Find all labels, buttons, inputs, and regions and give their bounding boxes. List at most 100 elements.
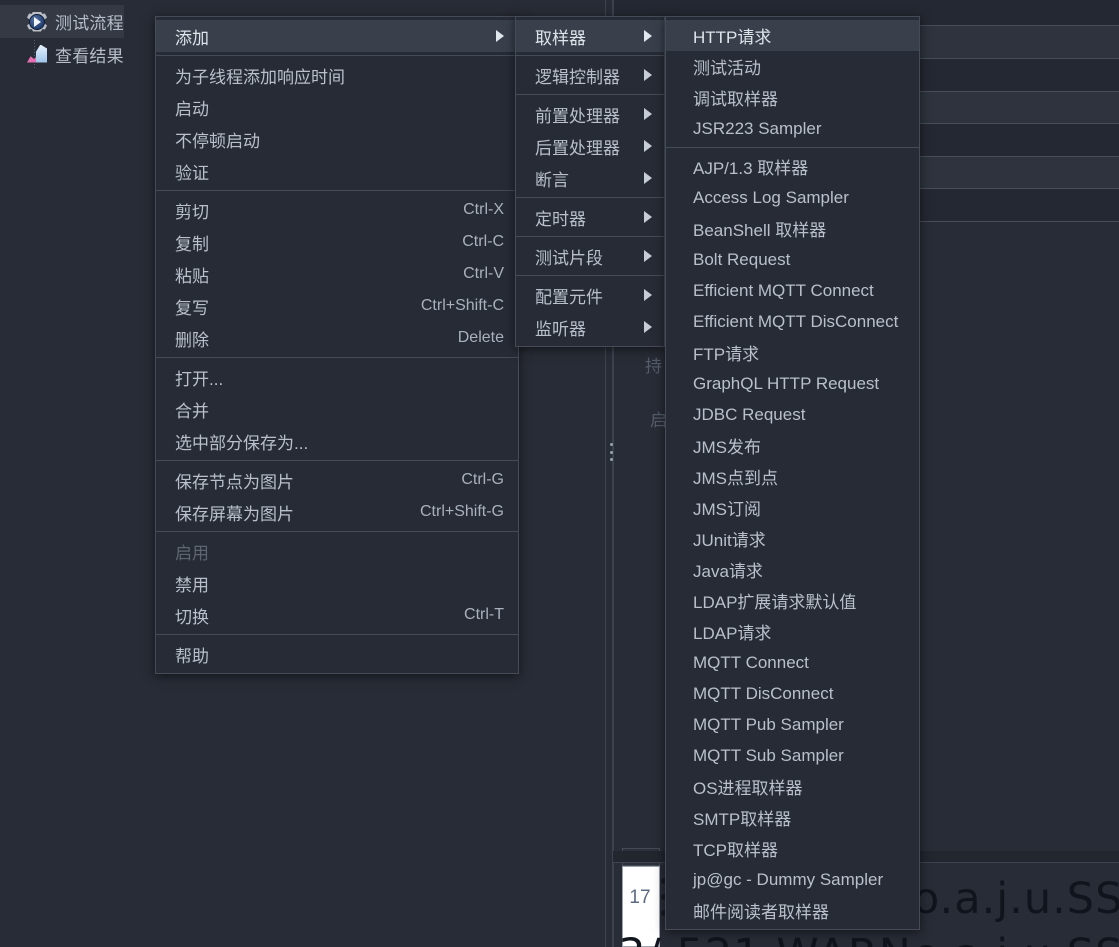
- sampler-menu-item-16[interactable]: JUnit请求: [666, 523, 919, 554]
- sampler-menu-item-25[interactable]: SMTP取样器: [666, 802, 919, 833]
- menu-item-label: 监听器: [535, 319, 586, 339]
- sampler-menu-item-5[interactable]: Access Log Sampler: [666, 182, 919, 213]
- sampler-menu-item-13[interactable]: JMS发布: [666, 430, 919, 461]
- context-menu-item-13[interactable]: 保存节点为图片 Ctrl-G: [156, 464, 518, 496]
- context-menu-item-7[interactable]: 粘贴 Ctrl-V: [156, 258, 518, 290]
- sampler-menu-item-0[interactable]: HTTP请求: [666, 20, 919, 51]
- menu-item-label: JMS点到点: [693, 469, 778, 488]
- sampler-menu-item-6[interactable]: BeanShell 取样器: [666, 213, 919, 244]
- menu-item-label: 启用: [175, 543, 209, 563]
- context-menu-item-10[interactable]: 打开...: [156, 361, 518, 393]
- context-menu-item-9[interactable]: 删除 Delete: [156, 322, 518, 354]
- context-menu-item-17[interactable]: 切换 Ctrl-T: [156, 599, 518, 631]
- context-menu-item-8[interactable]: 复写 Ctrl+Shift-C: [156, 290, 518, 322]
- menu-separator: [156, 531, 518, 532]
- add-menu-item-7[interactable]: 配置元件: [516, 279, 664, 311]
- sampler-menu-item-8[interactable]: Efficient MQTT Connect: [666, 275, 919, 306]
- add-menu-item-1[interactable]: 逻辑控制器: [516, 59, 664, 91]
- context-menu-item-5[interactable]: 剪切 Ctrl-X: [156, 194, 518, 226]
- sampler-menu-item-19[interactable]: LDAP请求: [666, 616, 919, 647]
- menu-item-label: 删除: [175, 330, 209, 350]
- context-menu-item-14[interactable]: 保存屏幕为图片 Ctrl+Shift-G: [156, 496, 518, 528]
- menu-separator: [156, 357, 518, 358]
- context-menu-item-6[interactable]: 复制 Ctrl-C: [156, 226, 518, 258]
- add-menu-item-4[interactable]: 断言: [516, 162, 664, 194]
- context-menu-item-0[interactable]: 添加: [156, 20, 518, 52]
- menu-item-label: 后置处理器: [535, 138, 620, 158]
- menu-item-label: 配置元件: [535, 287, 603, 307]
- submenu-arrow-icon: [644, 140, 652, 152]
- tree-item-label: 查看结果: [55, 47, 124, 66]
- sampler-menu-item-26[interactable]: TCP取样器: [666, 833, 919, 864]
- sampler-menu-item-14[interactable]: JMS点到点: [666, 461, 919, 492]
- menu-item-label: 打开...: [175, 369, 224, 389]
- menu-item-label: 禁用: [175, 575, 209, 595]
- test-plan-icon: [26, 11, 48, 33]
- add-menu-item-8[interactable]: 监听器: [516, 311, 664, 343]
- menu-item-label: jp@gc - Dummy Sampler: [693, 869, 884, 889]
- sampler-menu-item-23[interactable]: MQTT Sub Sampler: [666, 740, 919, 771]
- sampler-menu-item-9[interactable]: Efficient MQTT DisConnect: [666, 306, 919, 337]
- add-menu-item-0[interactable]: 取样器: [516, 20, 664, 52]
- menu-item-label: Bolt Request: [693, 249, 791, 269]
- submenu-arrow-icon: [644, 172, 652, 184]
- sampler-menu-item-3[interactable]: JSR223 Sampler: [666, 113, 919, 144]
- menu-item-label: JUnit请求: [693, 531, 766, 550]
- context-menu-item-11[interactable]: 合并: [156, 393, 518, 425]
- sampler-menu-item-28[interactable]: 邮件阅读者取样器: [666, 895, 919, 926]
- sampler-submenu[interactable]: HTTP请求 测试活动调试取样器 JSR223 Sampler AJP/1.3 取样器…: [665, 16, 920, 930]
- menu-item-label: TCP取样器: [693, 841, 778, 860]
- context-menu-item-1[interactable]: 为子线程添加响应时间: [156, 59, 518, 91]
- context-menu-item-4[interactable]: 验证: [156, 155, 518, 187]
- menu-item-label: MQTT Connect: [693, 652, 809, 672]
- menu-separator: [516, 275, 664, 276]
- sampler-menu-item-1[interactable]: 测试活动: [666, 51, 919, 82]
- menu-item-label: 帮助: [175, 646, 209, 666]
- sampler-menu-item-2[interactable]: 调试取样器: [666, 82, 919, 113]
- context-menu-item-2[interactable]: 启动: [156, 91, 518, 123]
- tree-item-test-plan[interactable]: 测试流程: [0, 5, 124, 38]
- sampler-menu-item-10[interactable]: FTP请求: [666, 337, 919, 368]
- submenu-arrow-icon: [644, 211, 652, 223]
- context-menu-item-3[interactable]: 不停顿启动: [156, 123, 518, 155]
- tree-item-view-results[interactable]: 查看结果: [0, 38, 124, 71]
- sampler-menu-item-15[interactable]: JMS订阅: [666, 492, 919, 523]
- menu-separator: [156, 55, 518, 56]
- menu-item-label: 为子线程添加响应时间: [175, 67, 345, 87]
- sampler-menu-item-11[interactable]: GraphQL HTTP Request: [666, 368, 919, 399]
- sampler-menu-item-20[interactable]: MQTT Connect: [666, 647, 919, 678]
- menu-item-label: JMS发布: [693, 438, 761, 457]
- sampler-menu-item-17[interactable]: Java请求: [666, 554, 919, 585]
- menu-item-accelerator: Ctrl-X: [463, 201, 504, 218]
- add-menu-item-3[interactable]: 后置处理器: [516, 130, 664, 162]
- menu-separator: [156, 634, 518, 635]
- add-menu-item-6[interactable]: 测试片段: [516, 240, 664, 272]
- node-context-menu[interactable]: 添加为子线程添加响应时间启动不停顿启动验证剪切 Ctrl-X 复制 Ctrl-C 粘贴 C…: [155, 16, 519, 674]
- menu-item-label: 测试活动: [693, 59, 761, 78]
- menu-item-label: FTP请求: [693, 345, 760, 364]
- menu-item-label: 切换: [175, 607, 209, 627]
- submenu-arrow-icon: [644, 250, 652, 262]
- menu-item-label: 不停顿启动: [175, 131, 260, 151]
- add-submenu[interactable]: 取样器逻辑控制器前置处理器后置处理器断言定时器测试片段配置元件监听器: [515, 16, 665, 347]
- sampler-menu-item-12[interactable]: JDBC Request: [666, 399, 919, 430]
- menu-item-label: HTTP请求: [693, 28, 772, 47]
- log-line: o.a.j.u.SS: [913, 874, 1119, 924]
- context-menu-item-12[interactable]: 选中部分保存为...: [156, 425, 518, 457]
- sampler-menu-item-27[interactable]: jp@gc - Dummy Sampler: [666, 864, 919, 895]
- menu-separator: [156, 190, 518, 191]
- sampler-menu-item-22[interactable]: MQTT Pub Sampler: [666, 709, 919, 740]
- sampler-menu-item-18[interactable]: LDAP扩展请求默认值: [666, 585, 919, 616]
- context-menu-item-16[interactable]: 禁用: [156, 567, 518, 599]
- sampler-menu-item-24[interactable]: OS进程取样器: [666, 771, 919, 802]
- menu-separator: [666, 147, 919, 148]
- menu-item-label: 复制: [175, 234, 209, 254]
- add-menu-item-5[interactable]: 定时器: [516, 201, 664, 233]
- split-pane-drag-handle[interactable]: [609, 443, 613, 461]
- menu-item-accelerator: Ctrl-V: [463, 265, 504, 282]
- sampler-menu-item-7[interactable]: Bolt Request: [666, 244, 919, 275]
- sampler-menu-item-21[interactable]: MQTT DisConnect: [666, 678, 919, 709]
- add-menu-item-2[interactable]: 前置处理器: [516, 98, 664, 130]
- context-menu-item-18[interactable]: 帮助: [156, 638, 518, 670]
- sampler-menu-item-4[interactable]: AJP/1.3 取样器: [666, 151, 919, 182]
